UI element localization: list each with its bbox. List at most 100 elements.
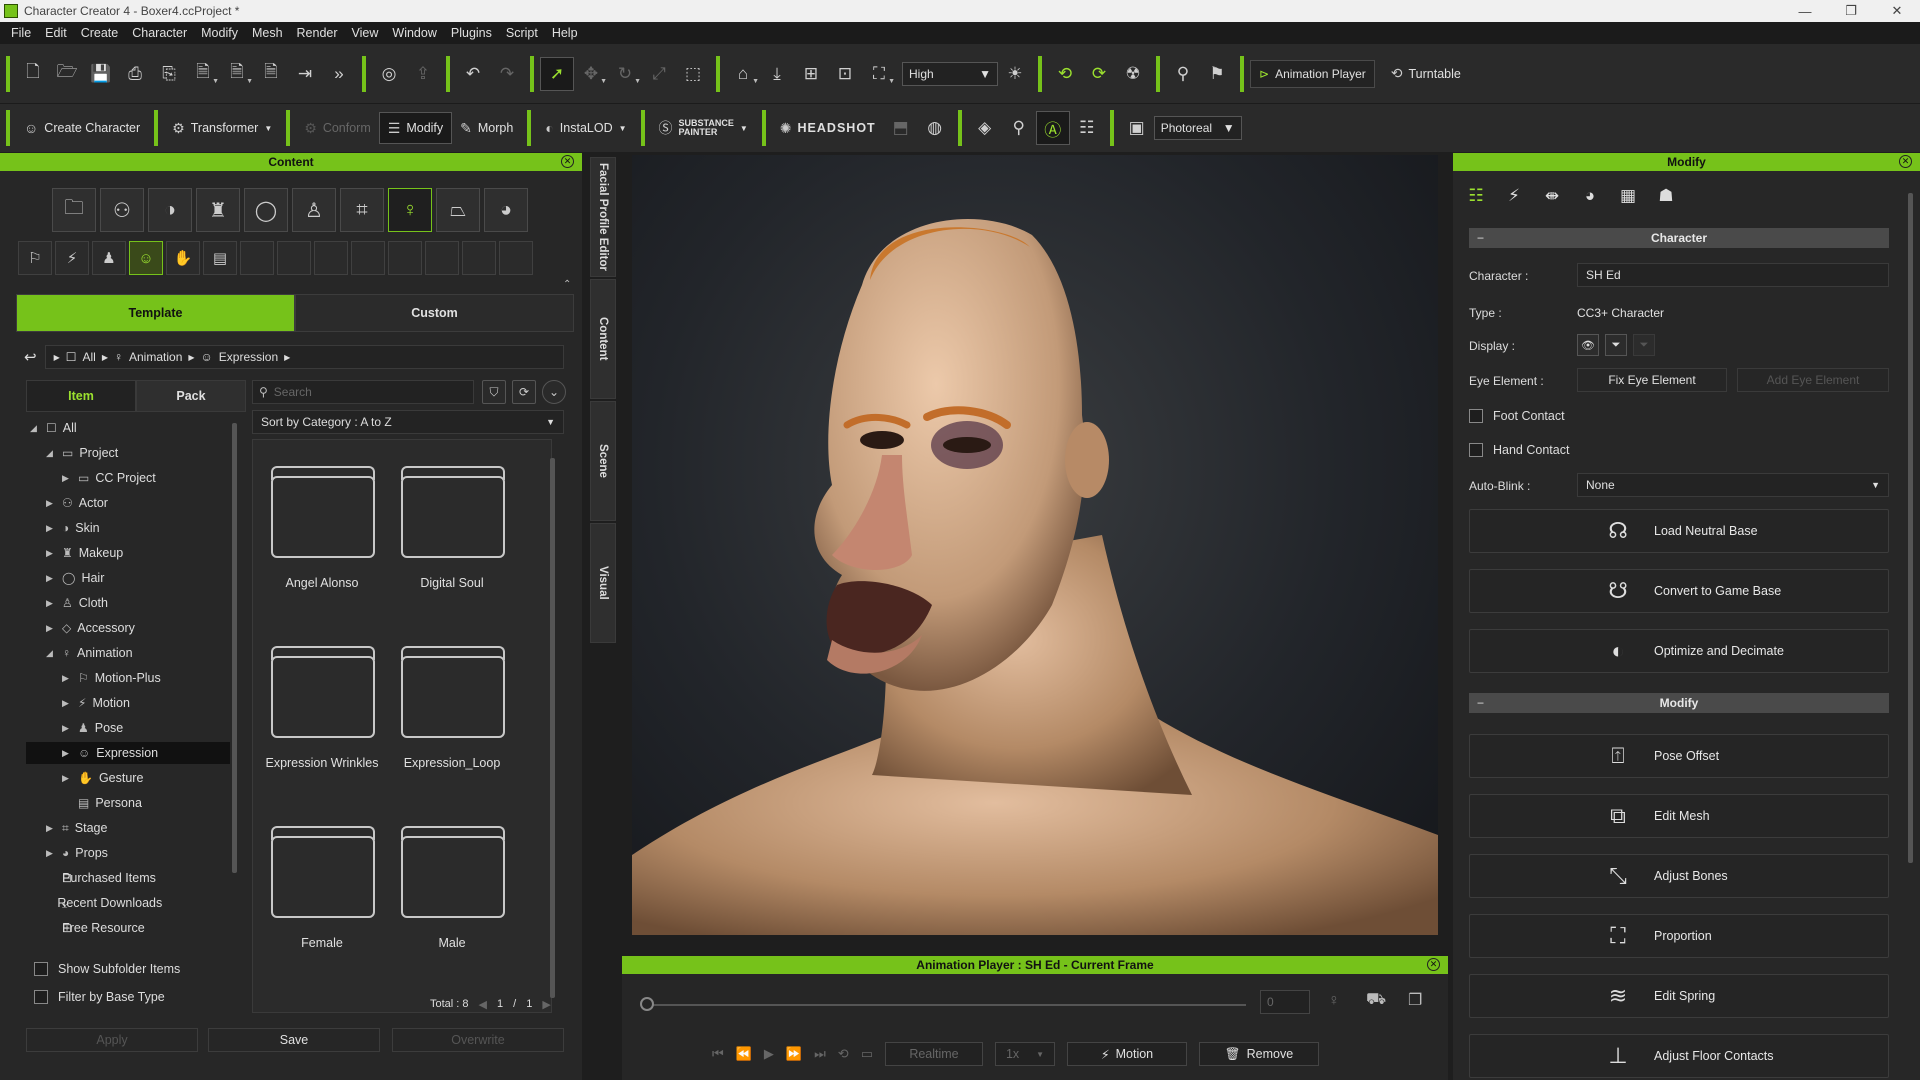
remove-button[interactable]: 🗑 Remove	[1198, 1042, 1319, 1066]
timeline-track[interactable]	[646, 1004, 1246, 1006]
menu-plugins[interactable]: Plugins	[444, 22, 499, 44]
tree-item-pose[interactable]: ▶ ♟ Pose	[62, 717, 123, 739]
menu-help[interactable]: Help	[545, 22, 585, 44]
quality-select[interactable]: High ▼	[902, 61, 998, 86]
next-page-icon[interactable]: ▶	[542, 998, 550, 1011]
folder-angel-alonso[interactable]: Angel Alonso	[267, 448, 377, 608]
menu-mesh[interactable]: Mesh	[245, 22, 290, 44]
tree-scrollbar[interactable]	[232, 423, 237, 873]
flag-icon[interactable]: ⚑	[1200, 57, 1234, 91]
usd-export-icon[interactable]: 🗎	[254, 57, 288, 91]
morph-tab-icon[interactable]: ⇼	[1537, 181, 1567, 211]
camera-icon[interactable]: ⛟	[1366, 990, 1386, 1010]
close-icon[interactable]: ✕	[1899, 155, 1912, 168]
wireframe-icon[interactable]: ⏷	[1605, 334, 1627, 356]
mirror-icon[interactable]: ⚲	[1166, 57, 1200, 91]
checkbox[interactable]	[1469, 443, 1483, 457]
attribute-tab-icon[interactable]: ☷	[1461, 181, 1491, 211]
tree-item-recent-downloads[interactable]: ⤓ Recent Downloads	[46, 892, 162, 914]
filter-base-type-checkbox[interactable]: Filter by Base Type	[34, 990, 165, 1004]
tab-pack[interactable]: Pack	[136, 380, 246, 412]
filter-icon[interactable]: ⛉	[482, 380, 506, 404]
skin-category-icon[interactable]: ◑	[148, 188, 192, 232]
prev-page-icon[interactable]: ◀	[479, 998, 487, 1011]
tree-item-hair[interactable]: ▶ ◯ Hair	[46, 567, 104, 589]
fbx-export-icon[interactable]: 🗎 ▼	[220, 57, 254, 91]
collapse-icon[interactable]: ⌃	[563, 279, 571, 290]
optimize-decimate-button[interactable]: ◐ Optimize and Decimate	[1469, 629, 1889, 673]
scene-category-icon[interactable]: ⏢	[436, 188, 480, 232]
pose-offset-button[interactable]: ⍐ Pose Offset	[1469, 734, 1889, 778]
foot-contact-checkbox[interactable]: Foot Contact	[1469, 409, 1565, 423]
send-icon[interactable]: ⇥	[288, 57, 322, 91]
folder-expression-loop[interactable]: Expression_Loop	[397, 628, 507, 788]
physics-tab-icon[interactable]: ☗	[1651, 181, 1681, 211]
save-button[interactable]: Save	[208, 1028, 380, 1052]
more-icon[interactable]: »	[322, 57, 356, 91]
character-name-field[interactable]: SH Ed	[1577, 263, 1889, 287]
conform-button[interactable]: ⚙ Conform	[296, 112, 379, 144]
tab-content[interactable]: Content	[590, 279, 616, 399]
breadcrumb-expression[interactable]: Expression	[219, 350, 278, 364]
load-neutral-base-button[interactable]: ☊ Load Neutral Base	[1469, 509, 1889, 553]
next-frame-icon[interactable]: ⏩	[786, 1046, 802, 1062]
light-icon[interactable]: ☀	[998, 57, 1032, 91]
collision-icon[interactable]: ☢	[1116, 57, 1150, 91]
skip-end-icon[interactable]: ⏭	[814, 1046, 826, 1062]
material-tab-icon[interactable]: ◕	[1575, 181, 1605, 211]
modify-scrollbar[interactable]	[1908, 193, 1913, 863]
turntable-button[interactable]: ⟲ Turntable	[1383, 58, 1469, 90]
tree-item-all[interactable]: ◢ ☐ All	[30, 417, 77, 439]
convert-to-game-base-button[interactable]: ☋ Convert to Game Base	[1469, 569, 1889, 613]
motion-tab-icon[interactable]: ⚡	[1499, 181, 1529, 211]
overwrite-button[interactable]: Overwrite	[392, 1028, 564, 1052]
instalod-button[interactable]: ◐ InstaLOD ▼	[537, 112, 634, 144]
3d-viewport[interactable]	[632, 155, 1438, 935]
gesture-icon[interactable]: ✋	[166, 241, 200, 275]
tab-scene[interactable]: Scene	[590, 401, 616, 521]
skin-gen-icon[interactable]: ◈	[968, 111, 1002, 145]
tree-item-animation[interactable]: ◢ ♀ Animation	[46, 642, 133, 664]
walk-icon[interactable]: ♀	[1328, 992, 1340, 1010]
undo-icon[interactable]: ↶	[456, 57, 490, 91]
obj-export-icon[interactable]: 🗎 ▼	[186, 57, 220, 91]
loop-icon[interactable]: ⟲	[838, 1046, 849, 1062]
tree-item-cloth[interactable]: ▶ ♙ Cloth	[46, 592, 108, 614]
folder-male[interactable]: Male	[397, 808, 507, 968]
move-icon[interactable]: ✥ ▼	[574, 57, 608, 91]
soft-cloth-icon[interactable]: ⟳	[1082, 57, 1116, 91]
show-subfolder-checkbox[interactable]: Show Subfolder Items	[34, 962, 180, 976]
tree-item-motion[interactable]: ▶ ⚡ Motion	[62, 692, 130, 714]
motion-icon[interactable]: ⚡	[55, 241, 89, 275]
menu-window[interactable]: Window	[385, 22, 443, 44]
breadcrumb-all[interactable]: All	[83, 350, 96, 364]
tree-item-stage[interactable]: ▶ ⌗ Stage	[46, 817, 107, 839]
tree-item-expression[interactable]: ▶ ☺ Expression	[26, 742, 230, 764]
minimize-button[interactable]: —	[1782, 0, 1828, 22]
adjust-bones-button[interactable]: ⤡ Adjust Bones	[1469, 854, 1889, 898]
modify-section-header[interactable]: − Modify	[1469, 693, 1889, 713]
proportion-button[interactable]: ⛶ Proportion	[1469, 914, 1889, 958]
menu-render[interactable]: Render	[290, 22, 345, 44]
fit-view-icon[interactable]: ⛶ ▼	[862, 57, 896, 91]
import-icon[interactable]: ⎙	[118, 57, 152, 91]
apply-button[interactable]: Apply	[26, 1028, 198, 1052]
persona-icon[interactable]: ▤	[203, 241, 237, 275]
menu-character[interactable]: Character	[125, 22, 194, 44]
tab-facial-profile-editor[interactable]: Facial Profile Editor	[590, 157, 616, 277]
realtime-button[interactable]: Realtime	[884, 1042, 983, 1066]
render-mode-select[interactable]: Photoreal ▼	[1153, 116, 1242, 140]
breadcrumb-animation[interactable]: Animation	[129, 350, 182, 364]
menu-view[interactable]: View	[345, 22, 386, 44]
edit-spring-button[interactable]: ≋ Edit Spring	[1469, 974, 1889, 1018]
modify-button[interactable]: ☰ Modify	[378, 112, 453, 144]
character-section-header[interactable]: − Character	[1469, 228, 1889, 248]
tree-item-motion-plus[interactable]: ▶ ⚐ Motion-Plus	[62, 667, 161, 689]
accessory-category-icon[interactable]: ♙	[292, 188, 336, 232]
tree-item-accessory[interactable]: ▶ ◇ Accessory	[46, 617, 135, 639]
save-icon[interactable]: 💾	[84, 57, 118, 91]
iclone-icon[interactable]: ◎	[372, 57, 406, 91]
menu-file[interactable]: File	[4, 22, 38, 44]
morph-button[interactable]: ✎ Morph	[452, 112, 521, 144]
tree-item-makeup[interactable]: ▶ ♜ Makeup	[46, 542, 123, 564]
